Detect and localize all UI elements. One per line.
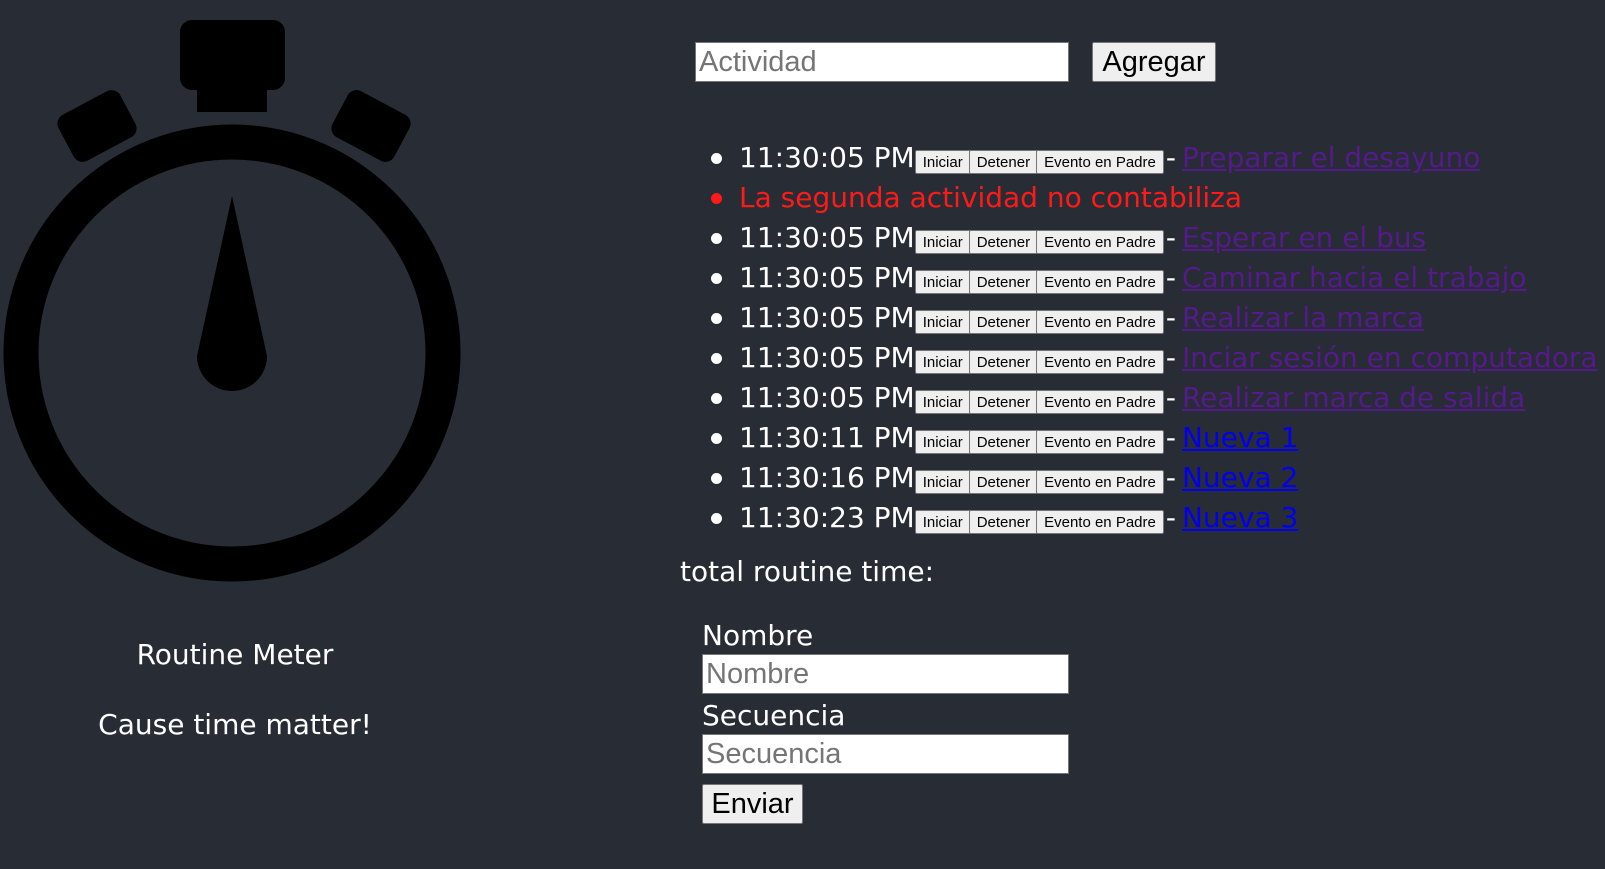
activity-item: 11:30:05 PM Iniciar Detener Evento en Padre… [711, 258, 1605, 298]
activity-time: 11:30:05 PM [739, 301, 915, 334]
activity-item: 11:30:16 PM Iniciar Detener Evento en Padre… [711, 458, 1605, 498]
activity-input[interactable] [695, 42, 1069, 82]
stop-button[interactable]: Detener [968, 470, 1039, 494]
activity-time: 11:30:16 PM [739, 461, 915, 494]
stop-button[interactable]: Detener [968, 430, 1039, 454]
activity-item: 11:30:05 PM Iniciar Detener Evento en Padre… [711, 298, 1605, 338]
separator: - [1165, 461, 1176, 494]
main-panel: Agregar 11:30:05 PMIniciarDetenerEvento … [680, 0, 1598, 869]
stop-button[interactable]: Detener [968, 310, 1039, 334]
start-button[interactable]: Iniciar [914, 510, 971, 534]
activity-item: 11:30:05 PM Iniciar Detener Evento en Padre… [711, 378, 1605, 418]
submit-button[interactable]: Enviar [702, 784, 803, 824]
activity-item: 11:30:05 PM Iniciar Detener Evento en Padre… [711, 338, 1605, 378]
activity-time: 11:30:11 PM [739, 421, 915, 454]
start-button[interactable]: Iniciar [914, 470, 971, 494]
start-button[interactable]: Iniciar [914, 150, 971, 174]
activity-time: 11:30:23 PM [739, 501, 915, 534]
parent-event-button[interactable]: Evento en Padre [1036, 350, 1164, 374]
name-input[interactable] [702, 654, 1069, 694]
separator: - [1165, 421, 1176, 454]
start-button[interactable]: Iniciar [914, 430, 971, 454]
parent-event-button[interactable]: Evento en Padre [1036, 510, 1164, 534]
parent-event-button[interactable]: Evento en Padre [1036, 150, 1164, 174]
separator: - [1165, 301, 1176, 334]
sequence-input[interactable] [702, 734, 1069, 774]
parent-event-button[interactable]: Evento en Padre [1036, 230, 1164, 254]
stopwatch-icon [3, 20, 461, 582]
activity-time: 11:30:05 PM [739, 381, 915, 414]
parent-event-button[interactable]: Evento en Padre [1036, 470, 1164, 494]
activity-item: 11:30:23 PM Iniciar Detener Evento en Padre… [711, 498, 1605, 538]
activity-list: 11:30:05 PM Iniciar Detener Evento en Padre… [695, 138, 1605, 538]
separator: - [1165, 501, 1176, 534]
stop-button[interactable]: Detener [968, 390, 1039, 414]
parent-event-button[interactable]: Evento en Padre [1036, 430, 1164, 454]
separator: - [1165, 221, 1176, 254]
activity-time: 11:30:05 PM [739, 141, 915, 174]
start-button[interactable]: Iniciar [914, 350, 971, 374]
activity-link[interactable]: Realizar la marca [1182, 301, 1424, 334]
activity-link[interactable]: Esperar en el bus [1182, 221, 1426, 254]
total-routine-time: total routine time: [680, 555, 935, 588]
activity-time: 11:30:05 PM [739, 261, 915, 294]
separator: - [1165, 261, 1176, 294]
app-subtitle: Cause time matter! [98, 708, 372, 741]
stop-button[interactable]: Detener [968, 230, 1039, 254]
activity-time: 11:30:05 PM [739, 341, 915, 374]
start-button[interactable]: Iniciar [914, 390, 971, 414]
activity-item: 11:30:05 PM Iniciar Detener Evento en Padre… [711, 218, 1605, 258]
activity-item: 11:30:05 PM Iniciar Detener Evento en Padre… [711, 138, 1605, 178]
stop-button[interactable]: Detener [968, 350, 1039, 374]
activity-link[interactable]: Nueva 3 [1182, 501, 1298, 534]
separator: - [1165, 341, 1176, 374]
brand-panel: Routine Meter Cause time matter! [0, 0, 470, 869]
activity-note-text: La segunda actividad no contabiliza [739, 181, 1242, 214]
add-button[interactable]: Agregar [1092, 42, 1216, 82]
start-button[interactable]: Iniciar [914, 230, 971, 254]
name-label: Nombre [702, 619, 814, 652]
activity-link[interactable]: Realizar marca de salida [1182, 381, 1525, 414]
separator: - [1165, 141, 1176, 174]
stop-button[interactable]: Detener [968, 270, 1039, 294]
parent-event-button[interactable]: Evento en Padre [1036, 310, 1164, 334]
separator: - [1165, 381, 1176, 414]
stop-button[interactable]: Detener [968, 510, 1039, 534]
stop-button[interactable]: Detener [968, 150, 1039, 174]
start-button[interactable]: Iniciar [914, 310, 971, 334]
routine-form: Nombre Secuencia Enviar [702, 618, 1102, 824]
activity-time: 11:30:05 PM [739, 221, 915, 254]
activity-link[interactable]: Preparar el desayuno [1182, 141, 1480, 174]
app-title: Routine Meter [136, 638, 334, 671]
activity-item: 11:30:11 PM Iniciar Detener Evento en Padre… [711, 418, 1605, 458]
start-button[interactable]: Iniciar [914, 270, 971, 294]
activity-note: La segunda actividad no contabiliza [711, 178, 1605, 218]
activity-link[interactable]: Inciar sesión en computadora [1182, 341, 1598, 374]
parent-event-button[interactable]: Evento en Padre [1036, 270, 1164, 294]
activity-link[interactable]: Nueva 1 [1182, 421, 1298, 454]
activity-link[interactable]: Nueva 2 [1182, 461, 1298, 494]
activity-link[interactable]: Caminar hacia el trabajo [1182, 261, 1527, 294]
parent-event-button[interactable]: Evento en Padre [1036, 390, 1164, 414]
sequence-label: Secuencia [702, 699, 846, 732]
